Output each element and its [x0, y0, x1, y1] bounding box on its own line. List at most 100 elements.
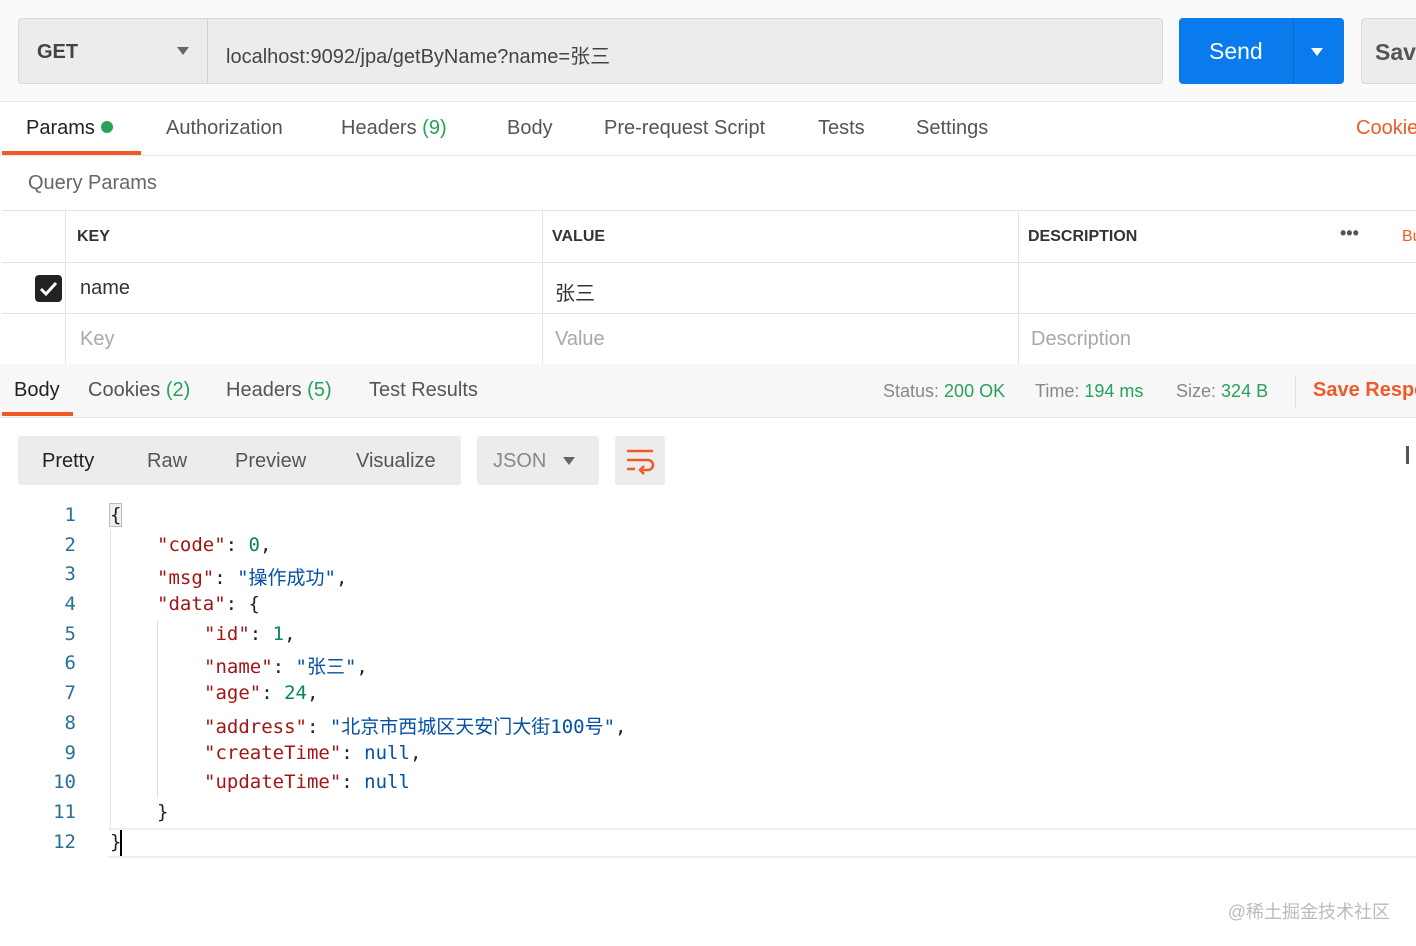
- column-header-description: DESCRIPTION: [1028, 228, 1138, 245]
- line-number: 12: [53, 830, 76, 853]
- new-key-input[interactable]: Key: [80, 328, 114, 351]
- query-params-title: Query Params: [28, 172, 157, 194]
- format-select[interactable]: JSON: [477, 436, 599, 485]
- line-number: 10: [53, 771, 76, 794]
- wrap-lines-button[interactable]: [615, 436, 665, 485]
- json-punctuation: ,: [335, 567, 348, 590]
- divider: [542, 211, 543, 364]
- request-bar: GET localhost:9092/jpa/getByName?name=张三…: [0, 0, 1416, 102]
- tab-params[interactable]: Params: [26, 117, 113, 140]
- json-punctuation: ,: [615, 715, 627, 738]
- tab-label: Headers: [341, 117, 417, 139]
- json-number: 1: [272, 622, 285, 645]
- row-checkbox[interactable]: [35, 275, 62, 302]
- divider: [1295, 376, 1296, 408]
- active-tab-indicator: [2, 412, 73, 416]
- json-punctuation: :: [272, 656, 296, 679]
- line-number: 4: [64, 593, 76, 616]
- json-punctuation: :: [341, 741, 365, 764]
- line-number: 8: [64, 711, 76, 734]
- json-key: "age": [204, 682, 262, 705]
- time-label: Time:: [1035, 381, 1080, 401]
- code-text: {: [108, 503, 123, 527]
- tab-tests[interactable]: Tests: [818, 117, 865, 140]
- mode-raw[interactable]: Raw: [147, 450, 187, 473]
- time-value: 194 ms: [1084, 381, 1144, 401]
- view-mode-group: Pretty Raw Preview Visualize: [18, 436, 461, 485]
- divider: [1293, 18, 1294, 84]
- more-options-icon[interactable]: •••: [1340, 223, 1359, 244]
- code-text: "data": {: [157, 593, 260, 615]
- code-text: "age": 24,: [204, 682, 318, 704]
- json-key: "code": [157, 533, 226, 556]
- response-code-editor[interactable]: 1{2 "code": 0, 3 "msg": "操作成功", 4 "data": {5 "…: [0, 500, 1416, 856]
- json-punctuation: :: [225, 533, 249, 556]
- status-label: Status:: [883, 381, 940, 401]
- json-punctuation: :: [341, 771, 365, 794]
- code-line: 11}: [0, 797, 1416, 827]
- response-tab-headers[interactable]: Headers (5): [226, 379, 332, 402]
- tab-authorization[interactable]: Authorization: [166, 117, 283, 140]
- divider: [2, 313, 1416, 314]
- json-punctuation: : {: [225, 593, 260, 616]
- time-info: Time: 194 ms: [1035, 381, 1143, 402]
- wrap-lines-icon: [627, 449, 655, 475]
- tab-label: Cookies: [88, 379, 161, 401]
- tab-settings[interactable]: Settings: [916, 117, 988, 140]
- tab-pre-request-script[interactable]: Pre-request Script: [604, 117, 765, 140]
- chevron-down-icon: [177, 47, 189, 55]
- chevron-down-icon: [563, 457, 575, 465]
- line-number: 7: [64, 682, 76, 705]
- tab-body[interactable]: Body: [507, 117, 553, 140]
- param-value[interactable]: 张三: [555, 277, 595, 306]
- status-info: Status: 200 OK: [883, 381, 1005, 402]
- json-key: "msg": [157, 567, 215, 590]
- params-table: KEY VALUE DESCRIPTION ••• Bulk Edit name…: [2, 210, 1416, 364]
- chevron-down-icon[interactable]: [1311, 48, 1323, 56]
- code-line: 12}: [0, 827, 1416, 857]
- mode-pretty[interactable]: Pretty: [42, 450, 94, 473]
- scrollbar[interactable]: [1406, 446, 1409, 464]
- column-header-key: KEY: [77, 228, 110, 245]
- send-label: Send: [1209, 38, 1263, 64]
- url-input[interactable]: localhost:9092/jpa/getByName?name=张三: [207, 18, 1163, 84]
- new-value-input[interactable]: Value: [555, 328, 605, 351]
- mode-visualize[interactable]: Visualize: [356, 450, 436, 473]
- json-number: 0: [248, 533, 260, 556]
- code-text: "id": 1,: [204, 623, 296, 645]
- json-string: "北京市西城区天安门大街100号": [329, 715, 616, 738]
- active-dot-icon: [100, 121, 113, 133]
- json-punctuation: :: [214, 567, 238, 590]
- new-description-input[interactable]: Description: [1031, 328, 1131, 351]
- save-response-button[interactable]: Save Response: [1313, 379, 1416, 402]
- method-select[interactable]: GET: [18, 18, 208, 84]
- code-line: 6 "name": "张三",: [0, 648, 1416, 678]
- code-text: "address": "北京市西城区天安门大街100号",: [204, 712, 627, 739]
- json-key: "id": [204, 622, 250, 645]
- tab-headers[interactable]: Headers (9): [341, 117, 447, 140]
- code-text: "name": "张三",: [204, 652, 368, 679]
- line-number: 6: [64, 652, 76, 675]
- json-punctuation: :: [261, 682, 285, 705]
- status-value: 200 OK: [944, 381, 1006, 401]
- json-key: "data": [157, 593, 226, 616]
- mode-preview[interactable]: Preview: [235, 450, 306, 473]
- text-cursor: [120, 830, 122, 856]
- code-line: 3 "msg": "操作成功",: [0, 559, 1416, 589]
- cookies-link[interactable]: Cookies: [1356, 117, 1416, 140]
- tab-label: Params: [26, 117, 95, 139]
- response-bar: Body Cookies (2) Headers (5) Test Result…: [0, 364, 1416, 418]
- response-tab-cookies[interactable]: Cookies (2): [88, 379, 190, 402]
- send-button[interactable]: Send: [1179, 18, 1344, 84]
- active-tab-indicator: [2, 151, 141, 155]
- response-tab-body[interactable]: Body: [14, 379, 60, 402]
- param-key[interactable]: name: [80, 277, 130, 300]
- save-button[interactable]: Save: [1361, 18, 1416, 84]
- column-header-value: VALUE: [552, 228, 606, 245]
- response-tab-test-results[interactable]: Test Results: [369, 379, 478, 402]
- json-punctuation: {: [110, 504, 122, 526]
- method-label: GET: [37, 41, 79, 63]
- watermark: @稀土掘金技术社区: [1227, 902, 1390, 922]
- bulk-edit-link[interactable]: Bulk Edit: [1402, 228, 1416, 246]
- line-number: 11: [53, 800, 76, 823]
